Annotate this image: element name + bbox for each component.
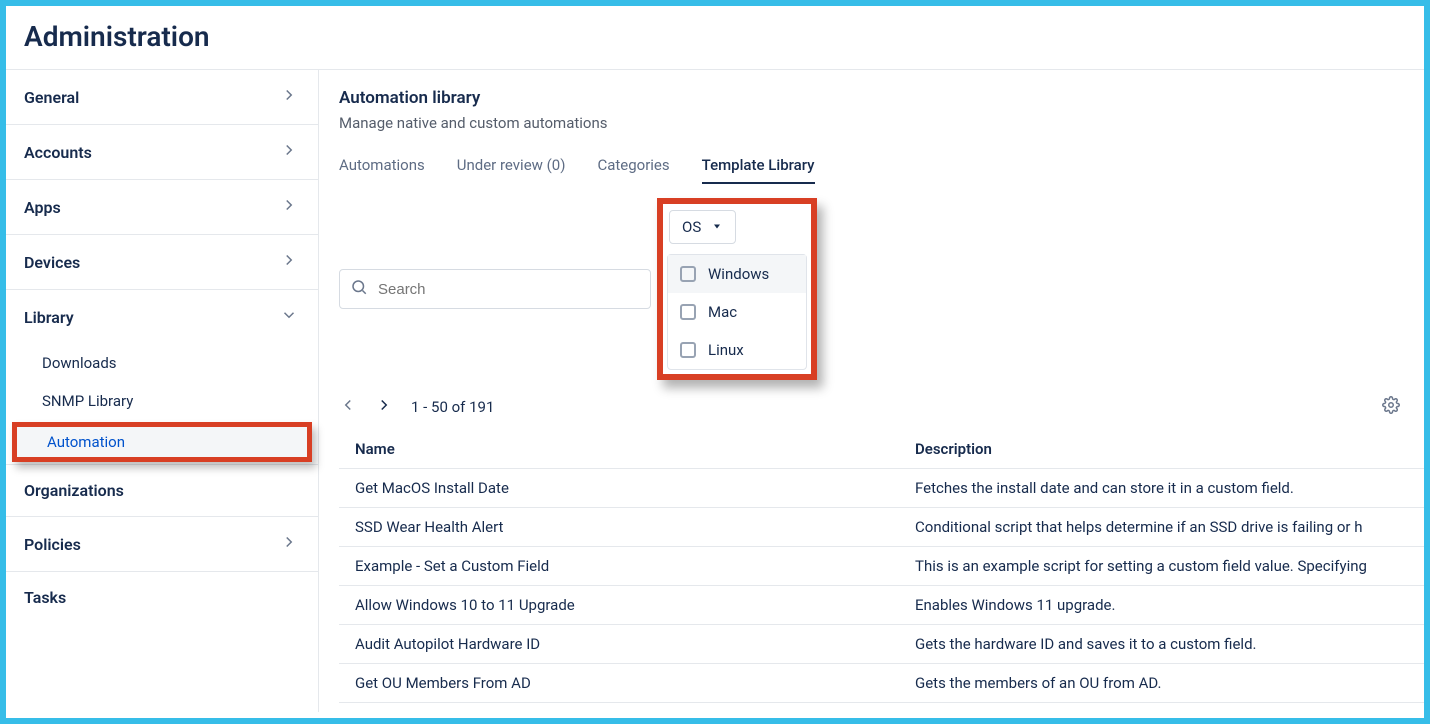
main-layout: General Accounts Apps Devices — [6, 70, 1424, 712]
search-input[interactable] — [376, 280, 640, 299]
sidebar-item-label: Downloads — [42, 354, 117, 372]
sidebar-item-accounts[interactable]: Accounts — [6, 125, 318, 180]
cell-name: Allow Windows 10 to 11 Upgrade — [339, 586, 899, 624]
cell-description: Gets the members of an OU from AD. — [899, 664, 1424, 702]
sidebar-item-policies[interactable]: Policies — [6, 517, 318, 572]
sidebar-item-apps[interactable]: Apps — [6, 180, 318, 235]
os-filter-highlight: OS Windows Mac — [657, 198, 817, 380]
chevron-right-icon — [280, 533, 298, 555]
table-row[interactable]: Audit Autopilot Hardware ID Gets the har… — [339, 625, 1424, 664]
sidebar-item-label: Accounts — [24, 143, 92, 162]
sidebar-item-devices[interactable]: Devices — [6, 235, 318, 290]
sidebar-item-label: General — [24, 88, 79, 107]
filter-row: OS Windows Mac — [339, 198, 1424, 380]
os-filter-button[interactable]: OS — [669, 210, 736, 244]
content-subtitle: Manage native and custom automations — [339, 114, 1424, 132]
table-row[interactable]: Get OS Install Date Fetches the install … — [339, 703, 1424, 712]
page-next-button[interactable] — [375, 396, 393, 418]
caret-down-icon — [711, 218, 723, 236]
sidebar-item-label: Devices — [24, 253, 80, 272]
content-title: Automation library — [339, 88, 1424, 108]
tab-bar: Automations Under review (0) Categories … — [339, 148, 1424, 184]
col-description[interactable]: Description — [899, 430, 1424, 468]
cell-name: Example - Set a Custom Field — [339, 547, 899, 585]
checkbox-icon[interactable] — [680, 304, 696, 320]
sidebar-item-library[interactable]: Library — [6, 290, 318, 344]
sidebar-item-label: Automation — [47, 433, 125, 451]
content-pane: Automation library Manage native and cus… — [319, 70, 1424, 712]
templates-table: Name Description Get MacOS Install Date … — [339, 430, 1424, 712]
os-filter-dropdown: Windows Mac Linux — [667, 254, 807, 370]
cell-name: Audit Autopilot Hardware ID — [339, 625, 899, 663]
sidebar-item-tasks[interactable]: Tasks — [6, 572, 318, 623]
table-row[interactable]: SSD Wear Health Alert Conditional script… — [339, 508, 1424, 547]
sidebar-item-label: Tasks — [24, 588, 66, 607]
app-frame: Administration General Accounts Apps — [0, 0, 1430, 724]
cell-description: Gets the hardware ID and saves it to a c… — [899, 625, 1424, 663]
sidebar-subitem-automation[interactable]: Automation — [12, 422, 312, 462]
chevron-right-icon — [280, 196, 298, 218]
cell-name: Get OU Members From AD — [339, 664, 899, 702]
cell-name: SSD Wear Health Alert — [339, 508, 899, 546]
pagination-row: 1 - 50 of 191 — [339, 396, 1424, 418]
sidebar: General Accounts Apps Devices — [6, 70, 319, 712]
chevron-down-icon — [280, 306, 298, 328]
cell-description: Conditional script that helps determine … — [899, 508, 1424, 546]
table-header-row: Name Description — [339, 430, 1424, 469]
table-row[interactable]: Allow Windows 10 to 11 Upgrade Enables W… — [339, 586, 1424, 625]
cell-description: This is an example script for setting a … — [899, 547, 1424, 585]
table-row[interactable]: Get MacOS Install Date Fetches the insta… — [339, 469, 1424, 508]
sidebar-subitem-downloads[interactable]: Downloads — [6, 344, 318, 382]
chevron-right-icon — [280, 86, 298, 108]
page-title: Administration — [6, 6, 1424, 69]
cell-name: Get OS Install Date — [339, 703, 899, 712]
cell-name: Get MacOS Install Date — [339, 469, 899, 507]
os-option-label: Mac — [708, 303, 737, 321]
sidebar-item-label: Organizations — [24, 481, 124, 500]
library-subnav: Downloads SNMP Library Automation — [6, 344, 318, 465]
sidebar-item-label: Library — [24, 308, 74, 327]
os-option-windows[interactable]: Windows — [668, 255, 806, 293]
os-option-label: Linux — [708, 341, 744, 359]
os-option-mac[interactable]: Mac — [668, 293, 806, 331]
sidebar-item-label: Apps — [24, 198, 61, 217]
os-option-label: Windows — [708, 265, 769, 283]
sidebar-item-label: Policies — [24, 535, 81, 554]
page-prev-button[interactable] — [339, 396, 357, 418]
tab-automations[interactable]: Automations — [339, 148, 425, 184]
checkbox-icon[interactable] — [680, 266, 696, 282]
search-input-wrap[interactable] — [339, 269, 651, 309]
tab-categories[interactable]: Categories — [597, 148, 669, 184]
table-row[interactable]: Example - Set a Custom Field This is an … — [339, 547, 1424, 586]
tab-template-library[interactable]: Template Library — [702, 148, 815, 184]
table-settings-button[interactable] — [1382, 396, 1400, 418]
tab-under-review[interactable]: Under review (0) — [457, 148, 566, 184]
cell-description: Enables Windows 11 upgrade. — [899, 586, 1424, 624]
search-icon — [350, 278, 368, 300]
sidebar-item-organizations[interactable]: Organizations — [6, 465, 318, 517]
os-filter-label: OS — [682, 218, 701, 236]
sidebar-item-general[interactable]: General — [6, 70, 318, 125]
col-name[interactable]: Name — [339, 430, 899, 468]
pagination-controls: 1 - 50 of 191 — [339, 396, 494, 418]
pagination-text: 1 - 50 of 191 — [411, 398, 494, 416]
chevron-right-icon — [280, 141, 298, 163]
checkbox-icon[interactable] — [680, 342, 696, 358]
cell-description: Fetches the install date. Outputs to the… — [899, 703, 1424, 712]
sidebar-item-label: SNMP Library — [42, 392, 133, 410]
table-row[interactable]: Get OU Members From AD Gets the members … — [339, 664, 1424, 703]
sidebar-subitem-snmp-library[interactable]: SNMP Library — [6, 382, 318, 420]
cell-description: Fetches the install date and can store i… — [899, 469, 1424, 507]
os-option-linux[interactable]: Linux — [668, 331, 806, 369]
chevron-right-icon — [280, 251, 298, 273]
